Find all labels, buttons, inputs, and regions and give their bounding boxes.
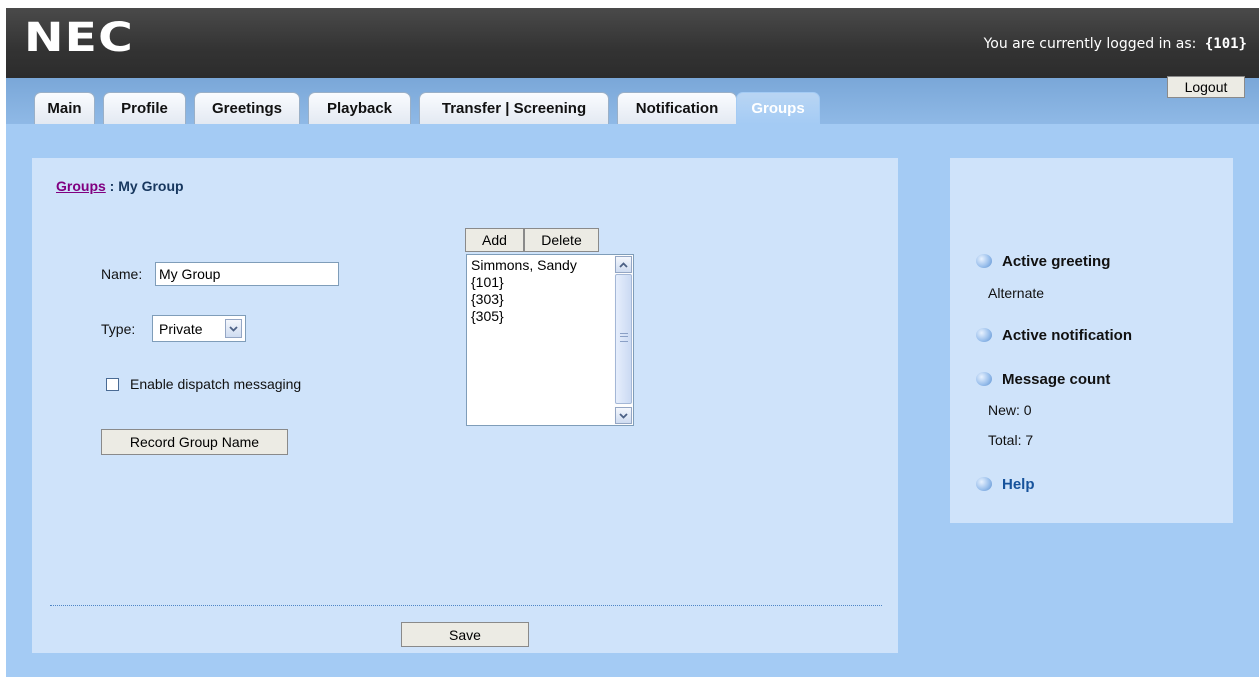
members-scrollbar[interactable] <box>614 255 633 425</box>
tab-greetings[interactable]: Greetings <box>194 92 300 124</box>
type-label: Type: <box>101 321 136 337</box>
members-listbox[interactable]: Simmons, Sandy {101} {303} {305} <box>466 254 634 426</box>
help-heading[interactable]: Help <box>976 476 1035 493</box>
login-status: You are currently logged in as: {101} <box>984 36 1247 52</box>
login-user: {101} <box>1204 36 1247 52</box>
record-group-name-button[interactable]: Record Group Name <box>101 429 288 455</box>
bullet-orb-icon <box>976 477 992 491</box>
tab-notification[interactable]: Notification <box>617 92 737 124</box>
active-greeting-heading: Active greeting <box>976 253 1111 270</box>
member-item[interactable]: Simmons, Sandy <box>471 257 618 274</box>
dispatch-messaging-checkbox[interactable] <box>106 378 119 391</box>
tab-transfer-screening[interactable]: Transfer | Screening <box>419 92 609 124</box>
login-status-text: You are currently logged in as: <box>983 36 1197 52</box>
name-label: Name: <box>101 266 143 282</box>
scrollbar-thumb[interactable] <box>615 274 632 404</box>
help-link[interactable]: Help <box>1002 476 1035 493</box>
tab-groups[interactable]: Groups <box>736 92 820 124</box>
active-greeting-value: Alternate <box>988 285 1045 301</box>
bullet-orb-icon <box>976 328 992 342</box>
group-editor-panel: Groups : My Group Name: Type: Private En… <box>32 158 898 653</box>
message-count-heading: Message count <box>976 371 1111 388</box>
breadcrumb: Groups : My Group <box>56 178 184 194</box>
tab-main[interactable]: Main <box>34 92 95 124</box>
type-select[interactable]: Private <box>152 315 246 342</box>
bullet-orb-icon <box>976 372 992 386</box>
add-member-button[interactable]: Add <box>465 228 524 252</box>
member-item[interactable]: {305} <box>471 308 618 325</box>
breadcrumb-current: My Group <box>118 178 184 194</box>
active-notification-title: Active notification <box>1002 327 1133 344</box>
nec-logo: NEC <box>24 15 134 61</box>
save-button[interactable]: Save <box>401 622 529 647</box>
delete-member-button[interactable]: Delete <box>524 228 599 252</box>
tab-profile[interactable]: Profile <box>103 92 186 124</box>
message-count-title: Message count <box>1002 371 1111 388</box>
app-window: NEC You are currently logged in as: {101… <box>6 8 1259 677</box>
scroll-down-icon[interactable] <box>615 407 632 424</box>
total-message-count: Total: 7 <box>988 432 1034 448</box>
bullet-orb-icon <box>976 254 992 268</box>
status-sidebar: Active greeting Alternate Active notific… <box>950 158 1233 523</box>
name-input[interactable] <box>155 262 339 286</box>
breadcrumb-groups-link[interactable]: Groups <box>56 178 106 194</box>
form-divider <box>50 605 882 606</box>
tab-bar: Main Profile Greetings Playback Transfer… <box>6 78 1259 124</box>
logout-button[interactable]: Logout <box>1167 76 1245 98</box>
new-message-count: New: 0 <box>988 402 1032 418</box>
breadcrumb-separator: : <box>105 178 119 194</box>
tab-playback[interactable]: Playback <box>308 92 411 124</box>
chevron-down-icon[interactable] <box>225 319 242 338</box>
members-list: Simmons, Sandy {101} {303} {305} <box>467 255 618 325</box>
header-bar: NEC You are currently logged in as: {101… <box>6 8 1259 78</box>
active-greeting-title: Active greeting <box>1002 253 1111 270</box>
scroll-up-icon[interactable] <box>615 256 632 273</box>
active-notification-heading: Active notification <box>976 327 1133 344</box>
dispatch-messaging-label: Enable dispatch messaging <box>130 376 302 392</box>
type-select-value: Private <box>159 320 203 337</box>
member-item[interactable]: {101} <box>471 274 618 291</box>
member-item[interactable]: {303} <box>471 291 618 308</box>
